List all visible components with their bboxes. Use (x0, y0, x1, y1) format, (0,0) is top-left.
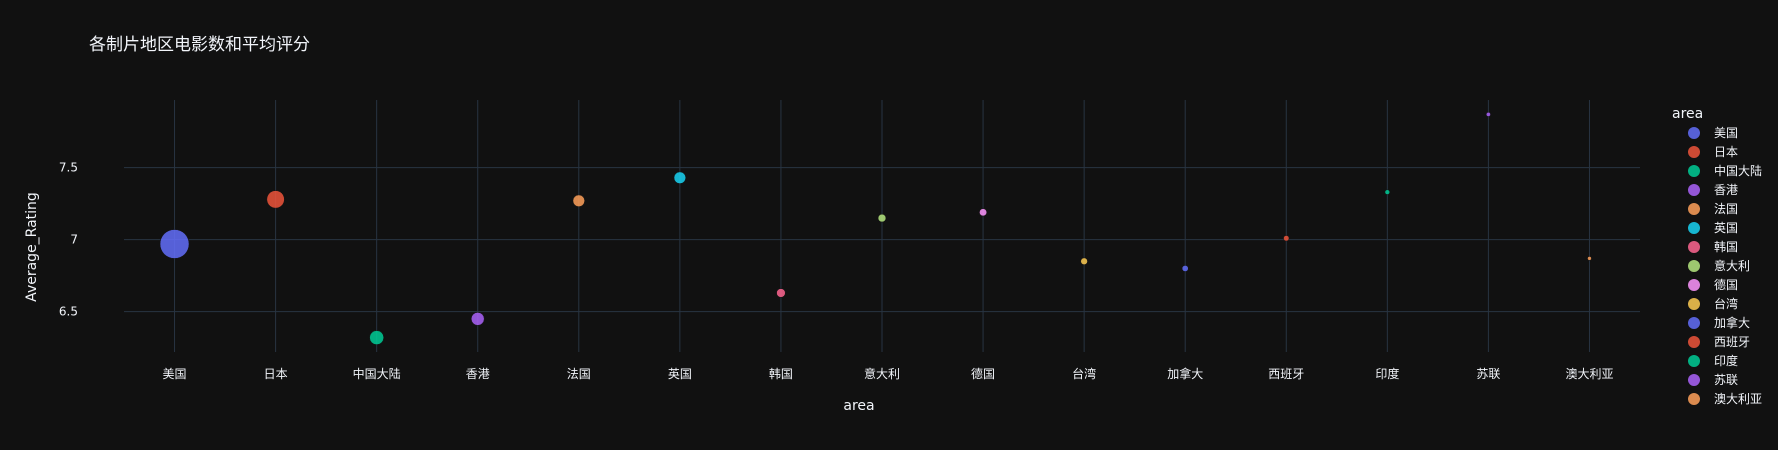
x-tick-label: 英国 (668, 367, 692, 381)
y-tick-label: 6.5 (59, 305, 78, 319)
x-tick-label: 加拿大 (1167, 366, 1203, 381)
legend-marker (1688, 146, 1700, 158)
legend-label: 印度 (1714, 353, 1738, 368)
legend-marker (1688, 127, 1700, 139)
legend-label: 台湾 (1714, 296, 1738, 311)
scatter-point[interactable] (369, 330, 384, 345)
legend-marker (1688, 374, 1700, 386)
legend-label: 苏联 (1714, 373, 1738, 387)
x-tick-label: 德国 (971, 366, 995, 381)
scatter-point[interactable] (979, 208, 987, 217)
legend-label: 香港 (1714, 183, 1738, 197)
scatter-chart: 各制片地区电影数和平均评分 美国 日本 中国大陆 香港 法国 英国 韩国 意大利 德国 台湾 加拿大… (0, 0, 1778, 450)
legend-marker (1688, 355, 1700, 367)
legend-label: 西班牙 (1714, 335, 1750, 349)
scatter-point[interactable] (1080, 257, 1088, 265)
x-tick-label: 台湾 (1072, 366, 1096, 381)
scatter-point[interactable] (159, 229, 190, 259)
x-tick-label: 西班牙 (1268, 367, 1304, 381)
scatter-point[interactable] (1384, 189, 1390, 195)
x-axis-title: area (843, 398, 874, 414)
y-tick-label: 7.5 (59, 161, 78, 175)
legend-label: 意大利 (1714, 258, 1750, 273)
x-tick-label: 韩国 (769, 366, 793, 381)
x-tick-label: 中国大陆 (353, 366, 401, 381)
legend-label: 加拿大 (1714, 315, 1750, 330)
legend-marker (1688, 317, 1700, 329)
legend-marker (1688, 222, 1700, 234)
scatter-point[interactable] (877, 213, 887, 223)
legend-marker (1688, 298, 1700, 310)
legend-label: 澳大利亚 (1714, 392, 1762, 406)
legend-label: 日本 (1714, 145, 1738, 159)
scatter-point[interactable] (1486, 112, 1491, 117)
legend-label: 法国 (1714, 202, 1738, 216)
x-tick-label: 香港 (466, 367, 490, 381)
chart-title: 各制片地区电影数和平均评分 (89, 35, 310, 55)
y-tick-label: 7 (70, 233, 78, 247)
legend-marker (1688, 260, 1700, 272)
legend-label: 美国 (1714, 126, 1738, 140)
legend-item[interactable]: 西班牙 (1688, 335, 1750, 349)
x-tick-label: 意大利 (864, 366, 900, 381)
legend-marker (1688, 241, 1700, 253)
scatter-point[interactable] (776, 288, 786, 298)
scatter-point[interactable] (470, 312, 485, 326)
x-tick-label: 美国 (163, 367, 187, 381)
scatter-point[interactable] (1181, 265, 1189, 272)
x-tick-label: 法国 (567, 367, 591, 381)
legend-marker (1688, 336, 1700, 348)
scatter-point[interactable] (1587, 256, 1592, 261)
y-axis-title: Average_Rating (24, 192, 40, 302)
legend-label: 英国 (1714, 221, 1738, 235)
x-tick-label: 苏联 (1476, 367, 1500, 381)
scatter-point[interactable] (266, 190, 285, 209)
chart-background (0, 0, 1778, 450)
legend-marker (1688, 184, 1700, 196)
scatter-point[interactable] (1283, 235, 1290, 242)
legend-marker (1688, 279, 1700, 291)
legend-label: 中国大陆 (1714, 163, 1762, 178)
scatter-point[interactable] (673, 171, 686, 184)
legend-marker (1688, 203, 1700, 215)
legend-marker (1688, 165, 1700, 177)
legend-label: 韩国 (1714, 239, 1738, 254)
x-tick-label: 印度 (1375, 366, 1399, 381)
legend-marker (1688, 393, 1700, 405)
x-tick-label: 日本 (264, 367, 288, 381)
legend-label: 德国 (1714, 277, 1738, 292)
legend-title: area (1672, 106, 1703, 122)
x-tick-label: 澳大利亚 (1565, 367, 1613, 381)
scatter-point[interactable] (572, 194, 585, 207)
